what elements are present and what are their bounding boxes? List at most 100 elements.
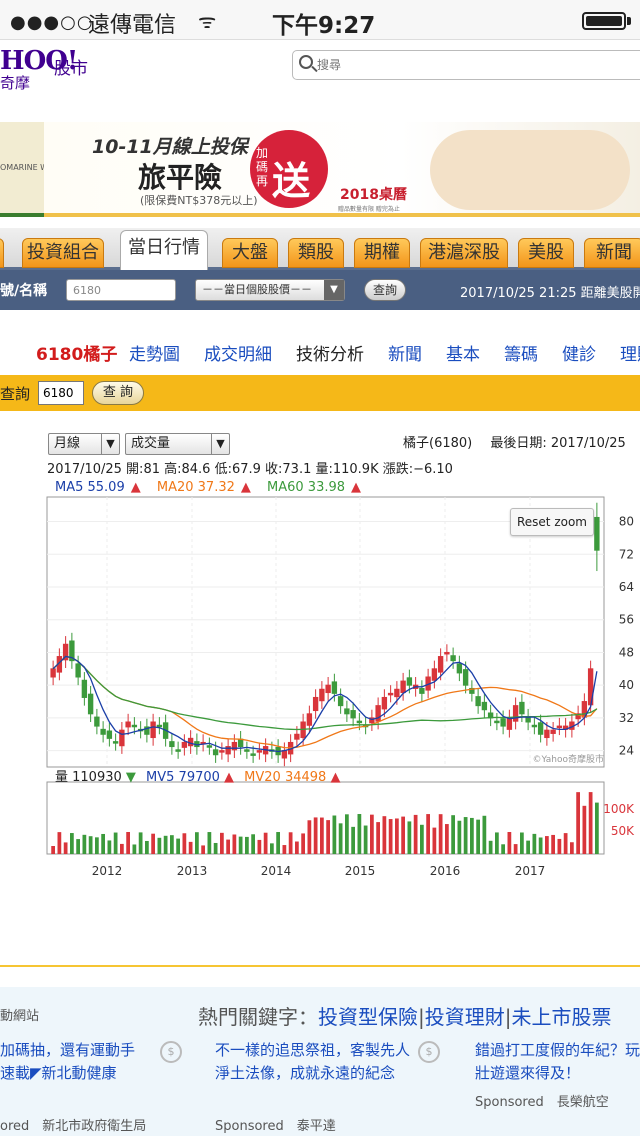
volume-bar [270,843,274,854]
quick-query-button[interactable]: 查 詢 [92,381,144,405]
candle-body [531,724,538,728]
volume-bar [495,832,499,854]
tab-hk[interactable]: 港滬深股 [420,238,508,268]
keyword-finance[interactable]: 投資理財 [425,1005,505,1029]
volume-bar [388,819,393,854]
volume-bar [232,834,237,854]
volume-bar [413,814,418,854]
volume-bar [438,814,443,854]
vol-tick-label: 50K [611,824,635,838]
subnav-technical[interactable]: 技術分析 [296,340,364,365]
candle-body [544,729,550,739]
section-divider [0,965,640,967]
ad-banner[interactable]: OMARINE WA 國泰人壽產 10-11月線上投保 旅平險 (限保費NT$3… [0,122,640,217]
tab-us[interactable]: 美股 [518,238,574,268]
sponsored-footer: 動網站 熱門關鍵字：投資型保險|投資理財|未上市股票 加碼抽，還有運動手 速載◤新… [0,987,640,1136]
tab-daily[interactable]: 當日行情 [120,230,208,270]
battery-tip [627,17,631,25]
ad-3[interactable]: 錯過打工度假的年紀？玩壯遊還來得及！ [475,1039,640,1085]
banner-small-print: 贈品數量有限 贈完為止 [338,206,400,213]
reset-zoom-button[interactable]: Reset zoom [510,508,594,536]
volume-bar [107,840,112,854]
period-value: 月線 [54,436,81,451]
volume-bar [570,842,574,854]
tab-sector[interactable]: 類股 [288,238,344,268]
footer-label: 動網站 [0,1009,40,1024]
query-button[interactable]: 查詢 [364,279,406,301]
up-arrow-icon: ▲ [219,770,239,785]
banner-illustration [430,130,630,210]
tab-partial[interactable] [0,238,4,268]
candle-body [462,669,469,686]
candle-body [181,741,188,748]
volume-bar [201,845,205,854]
volume-bar [545,836,549,854]
down-arrow-icon: ▼ [121,770,141,785]
volume-bar [195,832,199,854]
volume-bar [126,832,130,854]
indicator-select[interactable]: 成交量 ▼ [125,433,230,455]
candle-body [212,749,219,756]
query-type-select[interactable]: －－當日個股股價－－ ▼ [195,279,345,301]
candle-body [431,668,438,681]
candle-body [325,684,331,694]
candle-body [87,693,94,715]
y-tick-label: 80 [619,515,634,529]
subnav-chips[interactable]: 籌碼 [504,340,538,365]
price-chart[interactable]: 24 32 40 48 56 64 72 80 100K 50K 2012 2013 2014 2015… [0,495,640,895]
vol-label: 量 110930 [55,770,122,785]
candle-body [356,720,363,724]
volume-bar [170,835,174,854]
tab-news[interactable]: 新聞 [584,238,640,268]
search-input[interactable] [317,54,617,76]
volume-bar [282,845,287,854]
quick-code-input[interactable] [38,381,84,405]
candle-body [550,729,556,734]
volume-bar [182,833,187,854]
search-box[interactable] [292,50,640,80]
subnav-trend[interactable]: 走勢圖 [129,340,180,365]
tab-portfolio[interactable]: 投資組合 [22,238,104,268]
battery-icon [582,12,626,30]
volume-bar [407,821,412,854]
tab-options[interactable]: 期權 [354,238,410,268]
ma-legend: MA5 55.09 ▲ MA20 37.32 ▲ MA60 33.98 ▲ [55,480,367,495]
tab-market[interactable]: 大盤 [222,238,278,268]
volume-bar [307,820,312,854]
keyword-unlisted[interactable]: 未上市股票 [512,1005,612,1029]
subnav-finance[interactable]: 理財 [620,340,640,365]
x-tick-label: 2015 [345,864,376,878]
volume-bar [551,834,555,854]
subnav-news[interactable]: 新聞 [388,340,422,365]
stock-info: 橘子(6180) 最後日期: 2017/10/25 [403,432,626,451]
chevron-down-icon: ▼ [324,280,344,300]
candle-body [394,688,400,698]
candle-body [94,716,100,727]
signal-strength-icon: ●●●○○ [10,12,94,33]
volume-bar [326,820,330,854]
volume-bar [295,841,299,854]
volume-bar [320,817,324,854]
subnav-stock[interactable]: 6180橘子 [36,340,117,365]
subnav-basic[interactable]: 基本 [446,340,480,365]
subnav-trades[interactable]: 成交明細 [204,340,272,365]
period-select[interactable]: 月線 ▼ [48,433,120,455]
keyword-insurance[interactable]: 投資型保險 [318,1005,418,1029]
volume-bar [132,844,137,854]
y-tick-label: 72 [619,547,634,561]
up-arrow-icon: ▲ [351,480,362,495]
volume-bar [163,835,168,854]
volume-bar [563,833,568,854]
candle-body [206,745,213,748]
ad-1[interactable]: 加碼抽，還有運動手 速載◤新北動健康 [0,1039,150,1085]
volume-bar [276,832,280,854]
query-type-value: －－當日個股股價－－ [202,283,312,296]
ad-2[interactable]: 不一樣的追思祭祖，客製先人淨土法像，成就永遠的紀念 [215,1039,415,1085]
stock-code-input[interactable] [66,279,176,301]
candle-body [50,668,56,678]
mv5-label: MV5 79700 [146,770,220,785]
volume-bar [338,823,343,854]
yahoo-logo[interactable]: HOO! 奇摩 股市 [0,42,100,92]
y-tick-label: 40 [619,678,634,692]
subnav-health[interactable]: 健診 [562,340,596,365]
